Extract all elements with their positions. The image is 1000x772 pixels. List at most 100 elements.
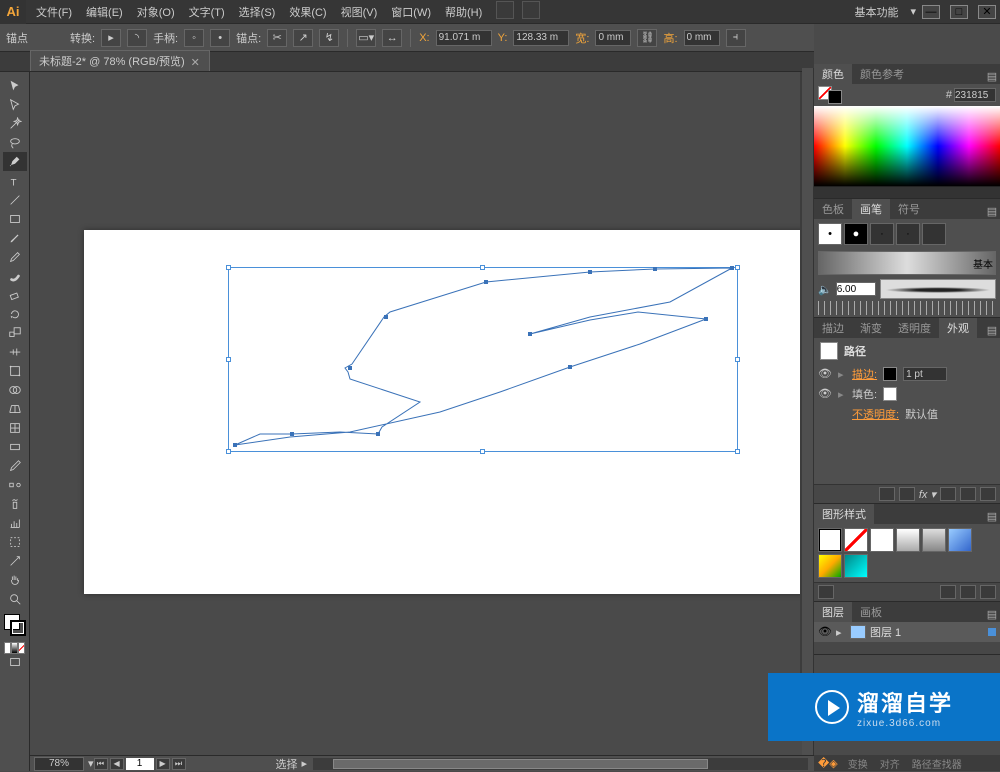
menu-select[interactable]: 选择(S) — [233, 1, 282, 23]
magic-wand-tool-icon[interactable] — [3, 114, 27, 133]
delete-style-icon[interactable] — [980, 585, 996, 599]
tab-swatches[interactable]: 色板 — [814, 199, 852, 219]
menu-type[interactable]: 文字(T) — [183, 1, 231, 23]
layer-name[interactable]: 图层 1 — [870, 624, 901, 640]
tab-stroke[interactable]: 描边 — [814, 318, 852, 338]
align-icon[interactable]: ↔ — [382, 29, 402, 47]
break-link-icon[interactable] — [940, 585, 956, 599]
hex-input[interactable] — [954, 88, 996, 102]
brush-preview[interactable] — [880, 279, 996, 299]
workspace-switcher[interactable]: 基本功能 — [854, 4, 898, 20]
canvas-viewport[interactable] — [30, 72, 814, 755]
close-tab-icon[interactable]: ✕ — [191, 56, 201, 66]
style-swatch-7[interactable] — [818, 554, 842, 578]
shape-mode-icon[interactable]: ⫞ — [726, 29, 746, 47]
line-tool-icon[interactable] — [3, 190, 27, 209]
zoom-input[interactable] — [34, 757, 84, 771]
blend-tool-icon[interactable] — [3, 475, 27, 494]
styles-panel-menu-icon[interactable]: ▤ — [984, 508, 1000, 524]
screen-mode-icon[interactable] — [3, 652, 27, 671]
document-tab[interactable]: 未标题-2* @ 78% (RGB/预览) ✕ — [30, 50, 210, 71]
brush-scale-ruler[interactable] — [818, 301, 996, 315]
last-artboard-icon[interactable]: ⏭ — [172, 758, 186, 770]
clear-appearance-icon[interactable] — [940, 487, 956, 501]
styles-lib-icon[interactable] — [818, 585, 834, 599]
eraser-tool-icon[interactable] — [3, 285, 27, 304]
lasso-tool-icon[interactable] — [3, 133, 27, 152]
menu-help[interactable]: 帮助(H) — [439, 1, 488, 23]
stroke-link[interactable]: 描边: — [852, 366, 877, 382]
layers-panel-menu-icon[interactable]: ▤ — [984, 606, 1000, 622]
tab-appearance[interactable]: 外观 — [939, 318, 977, 338]
tab-symbols[interactable]: 符号 — [890, 199, 928, 219]
color-spectrum[interactable] — [814, 106, 1000, 186]
appearance-panel-menu-icon[interactable]: ▤ — [984, 322, 1000, 338]
selection-tool-icon[interactable] — [3, 76, 27, 95]
remove-anchor-icon[interactable]: ✂ — [267, 29, 287, 47]
connect-anchor-icon[interactable]: ↗ — [293, 29, 313, 47]
brush-size-input[interactable] — [836, 282, 876, 296]
layer-target-icon[interactable] — [988, 628, 996, 636]
convert-corner-icon[interactable]: ▸ — [101, 29, 121, 47]
stroke-color-swatch[interactable] — [883, 367, 897, 381]
menu-view[interactable]: 视图(V) — [335, 1, 384, 23]
blob-brush-tool-icon[interactable] — [3, 266, 27, 285]
rotate-tool-icon[interactable] — [3, 304, 27, 323]
menu-edit[interactable]: 编辑(E) — [80, 1, 129, 23]
direct-selection-tool-icon[interactable] — [3, 95, 27, 114]
tab-artboards[interactable]: 画板 — [852, 602, 890, 622]
style-swatch-1[interactable] — [818, 528, 842, 552]
perspective-grid-tool-icon[interactable] — [3, 399, 27, 418]
fill-stroke-swatch[interactable] — [4, 614, 26, 636]
isolate-icon[interactable]: ▭▾ — [356, 29, 376, 47]
rectangle-tool-icon[interactable] — [3, 209, 27, 228]
swatch-panel-menu-icon[interactable]: ▤ — [984, 203, 1000, 219]
hand-tool-icon[interactable] — [3, 570, 27, 589]
brush-dot-3[interactable]: · — [870, 223, 894, 245]
doc-presets-icon[interactable] — [496, 1, 514, 19]
y-input[interactable] — [513, 30, 569, 46]
new-style-icon[interactable] — [960, 585, 976, 599]
brush-dot-2[interactable]: ● — [844, 223, 868, 245]
tab-transparency[interactable]: 透明度 — [890, 318, 939, 338]
style-swatch-6[interactable] — [948, 528, 972, 552]
next-artboard-icon[interactable]: ▶ — [156, 758, 170, 770]
style-swatch-3[interactable] — [870, 528, 894, 552]
tab-layers[interactable]: 图层 — [814, 602, 852, 622]
color-fill-stroke-proxy[interactable] — [818, 86, 842, 104]
eyedropper-tool-icon[interactable] — [3, 456, 27, 475]
style-swatch-8[interactable] — [844, 554, 868, 578]
handle-hide-icon[interactable]: • — [210, 29, 230, 47]
graph-tool-icon[interactable] — [3, 513, 27, 532]
paintbrush-tool-icon[interactable] — [3, 228, 27, 247]
selected-path[interactable] — [30, 72, 814, 672]
menu-file[interactable]: 文件(F) — [30, 1, 78, 23]
pencil-tool-icon[interactable] — [3, 247, 27, 266]
tab-gradient[interactable]: 渐变 — [852, 318, 890, 338]
scale-tool-icon[interactable] — [3, 323, 27, 342]
mesh-tool-icon[interactable] — [3, 418, 27, 437]
tab-color-guide[interactable]: 颜色参考 — [852, 64, 912, 84]
tab-pathfinder[interactable]: 路径查找器 — [906, 756, 968, 771]
shape-builder-tool-icon[interactable] — [3, 380, 27, 399]
tab-graphic-styles[interactable]: 图形样式 — [814, 504, 874, 524]
width-tool-icon[interactable] — [3, 342, 27, 361]
tab-transform[interactable]: 变换 — [842, 756, 874, 771]
artboard-tool-icon[interactable] — [3, 532, 27, 551]
new-art-basic-icon[interactable] — [879, 487, 895, 501]
fill-color-swatch[interactable] — [883, 387, 897, 401]
w-input[interactable] — [595, 30, 631, 46]
menu-effect[interactable]: 效果(C) — [283, 1, 332, 23]
style-swatch-4[interactable] — [896, 528, 920, 552]
menu-window[interactable]: 窗口(W) — [385, 1, 437, 23]
brush-dot-4[interactable]: · — [896, 223, 920, 245]
artboard-number[interactable]: 1 — [126, 758, 154, 770]
menu-object[interactable]: 对象(O) — [131, 1, 181, 23]
stroke-weight-input[interactable] — [903, 367, 947, 381]
handle-show-icon[interactable]: ◦ — [184, 29, 204, 47]
h-scroll-thumb[interactable] — [333, 759, 708, 769]
opacity-link[interactable]: 不透明度: — [852, 406, 899, 422]
window-minimize-icon[interactable]: — — [922, 5, 940, 19]
symbol-sprayer-tool-icon[interactable] — [3, 494, 27, 513]
eye-stroke-icon[interactable]: 👁 — [818, 367, 832, 381]
